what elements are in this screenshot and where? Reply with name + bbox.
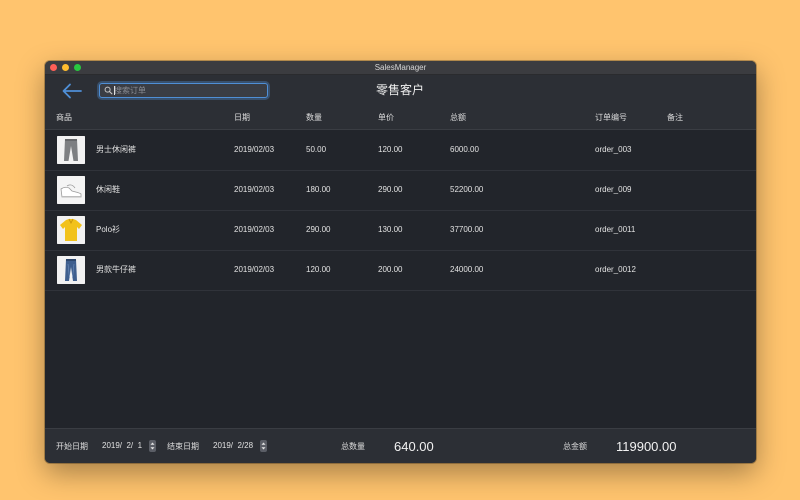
table-row[interactable]: 男款牛仔裤 2019/02/03 120.00 200.00 24000.00 … (45, 250, 756, 291)
order-date: 2019/02/03 (234, 145, 275, 154)
table-row[interactable]: Polo衫 2019/02/03 290.00 130.00 37700.00 … (45, 210, 756, 251)
table-row[interactable]: 休闲鞋 2019/02/03 180.00 290.00 52200.00 or… (45, 170, 756, 211)
order-number: order_0011 (595, 225, 636, 234)
total-quantity-label: 总数量 (341, 442, 365, 451)
quantity: 180.00 (306, 185, 331, 194)
search-field[interactable] (99, 83, 268, 98)
order-date: 2019/02/03 (234, 265, 275, 274)
total-amount: 52200.00 (450, 185, 484, 194)
order-number: order_003 (595, 145, 632, 154)
table-row[interactable]: 男士休闲裤 2019/02/03 50.00 120.00 6000.00 or… (45, 130, 756, 171)
order-number: order_009 (595, 185, 632, 194)
column-header-unit-price[interactable]: 单价 (378, 107, 394, 129)
start-date-label: 开始日期 (56, 442, 88, 451)
back-button[interactable] (61, 82, 83, 100)
pants-icon (57, 136, 85, 164)
window-title: SalesManager (374, 63, 427, 72)
column-header-product[interactable]: 商品 (56, 107, 72, 129)
stepper-arrows-icon (261, 442, 266, 450)
orders-table: 男士休闲裤 2019/02/03 50.00 120.00 6000.00 or… (45, 130, 756, 428)
total-quantity-value: 640.00 (394, 439, 434, 454)
text-caret (114, 86, 115, 95)
unit-price: 290.00 (378, 185, 403, 194)
search-icon (104, 86, 113, 95)
unit-price: 130.00 (378, 225, 403, 234)
unit-price: 200.00 (378, 265, 403, 274)
end-date-label: 结束日期 (167, 442, 199, 451)
column-header-quantity[interactable]: 数量 (306, 107, 322, 129)
total-amount: 37700.00 (450, 225, 484, 234)
column-header-date[interactable]: 日期 (234, 107, 250, 129)
app-window: SalesManager 零售客户 商品 日期 数量 单价 总额 订单编号 备注 (45, 61, 756, 463)
total-amount: 6000.00 (450, 145, 479, 154)
start-date-picker[interactable]: 2019/ 2/ 1 (100, 440, 156, 452)
order-number: order_0012 (595, 265, 636, 274)
product-name: 男款牛仔裤 (96, 265, 136, 274)
total-amount-label: 总金额 (563, 442, 587, 451)
polo-shirt-icon (57, 216, 85, 244)
column-header-note[interactable]: 备注 (667, 107, 683, 129)
start-date-value[interactable]: 2019/ 2/ 1 (102, 440, 142, 452)
back-arrow-icon (62, 83, 82, 99)
order-date: 2019/02/03 (234, 225, 275, 234)
total-amount-value: 119900.00 (616, 439, 677, 454)
end-date-picker[interactable]: 2019/ 2/28 (211, 440, 267, 452)
quantity: 50.00 (306, 145, 327, 154)
end-date-stepper[interactable] (260, 440, 267, 452)
quantity: 120.00 (306, 265, 331, 274)
shoe-icon (57, 176, 85, 204)
summary-footer: 开始日期 2019/ 2/ 1 结束日期 2019/ 2/28 总数量 640.… (45, 428, 756, 463)
quantity: 290.00 (306, 225, 331, 234)
toolbar: 零售客户 (45, 75, 756, 107)
column-header-total[interactable]: 总额 (450, 107, 466, 129)
page-title: 零售客户 (375, 83, 424, 97)
product-name: 休闲鞋 (96, 185, 120, 194)
unit-price: 120.00 (378, 145, 403, 154)
jeans-icon (57, 256, 85, 284)
order-date: 2019/02/03 (234, 185, 275, 194)
table-header: 商品 日期 数量 单价 总额 订单编号 备注 (45, 107, 756, 130)
total-amount: 24000.00 (450, 265, 484, 274)
title-bar: SalesManager (45, 61, 756, 75)
end-date-value[interactable]: 2019/ 2/28 (213, 440, 253, 452)
stepper-arrows-icon (150, 442, 155, 450)
column-header-order-number[interactable]: 订单编号 (595, 107, 627, 129)
start-date-stepper[interactable] (149, 440, 156, 452)
product-name: Polo衫 (96, 225, 121, 234)
search-input[interactable] (114, 84, 264, 97)
product-name: 男士休闲裤 (96, 145, 136, 154)
